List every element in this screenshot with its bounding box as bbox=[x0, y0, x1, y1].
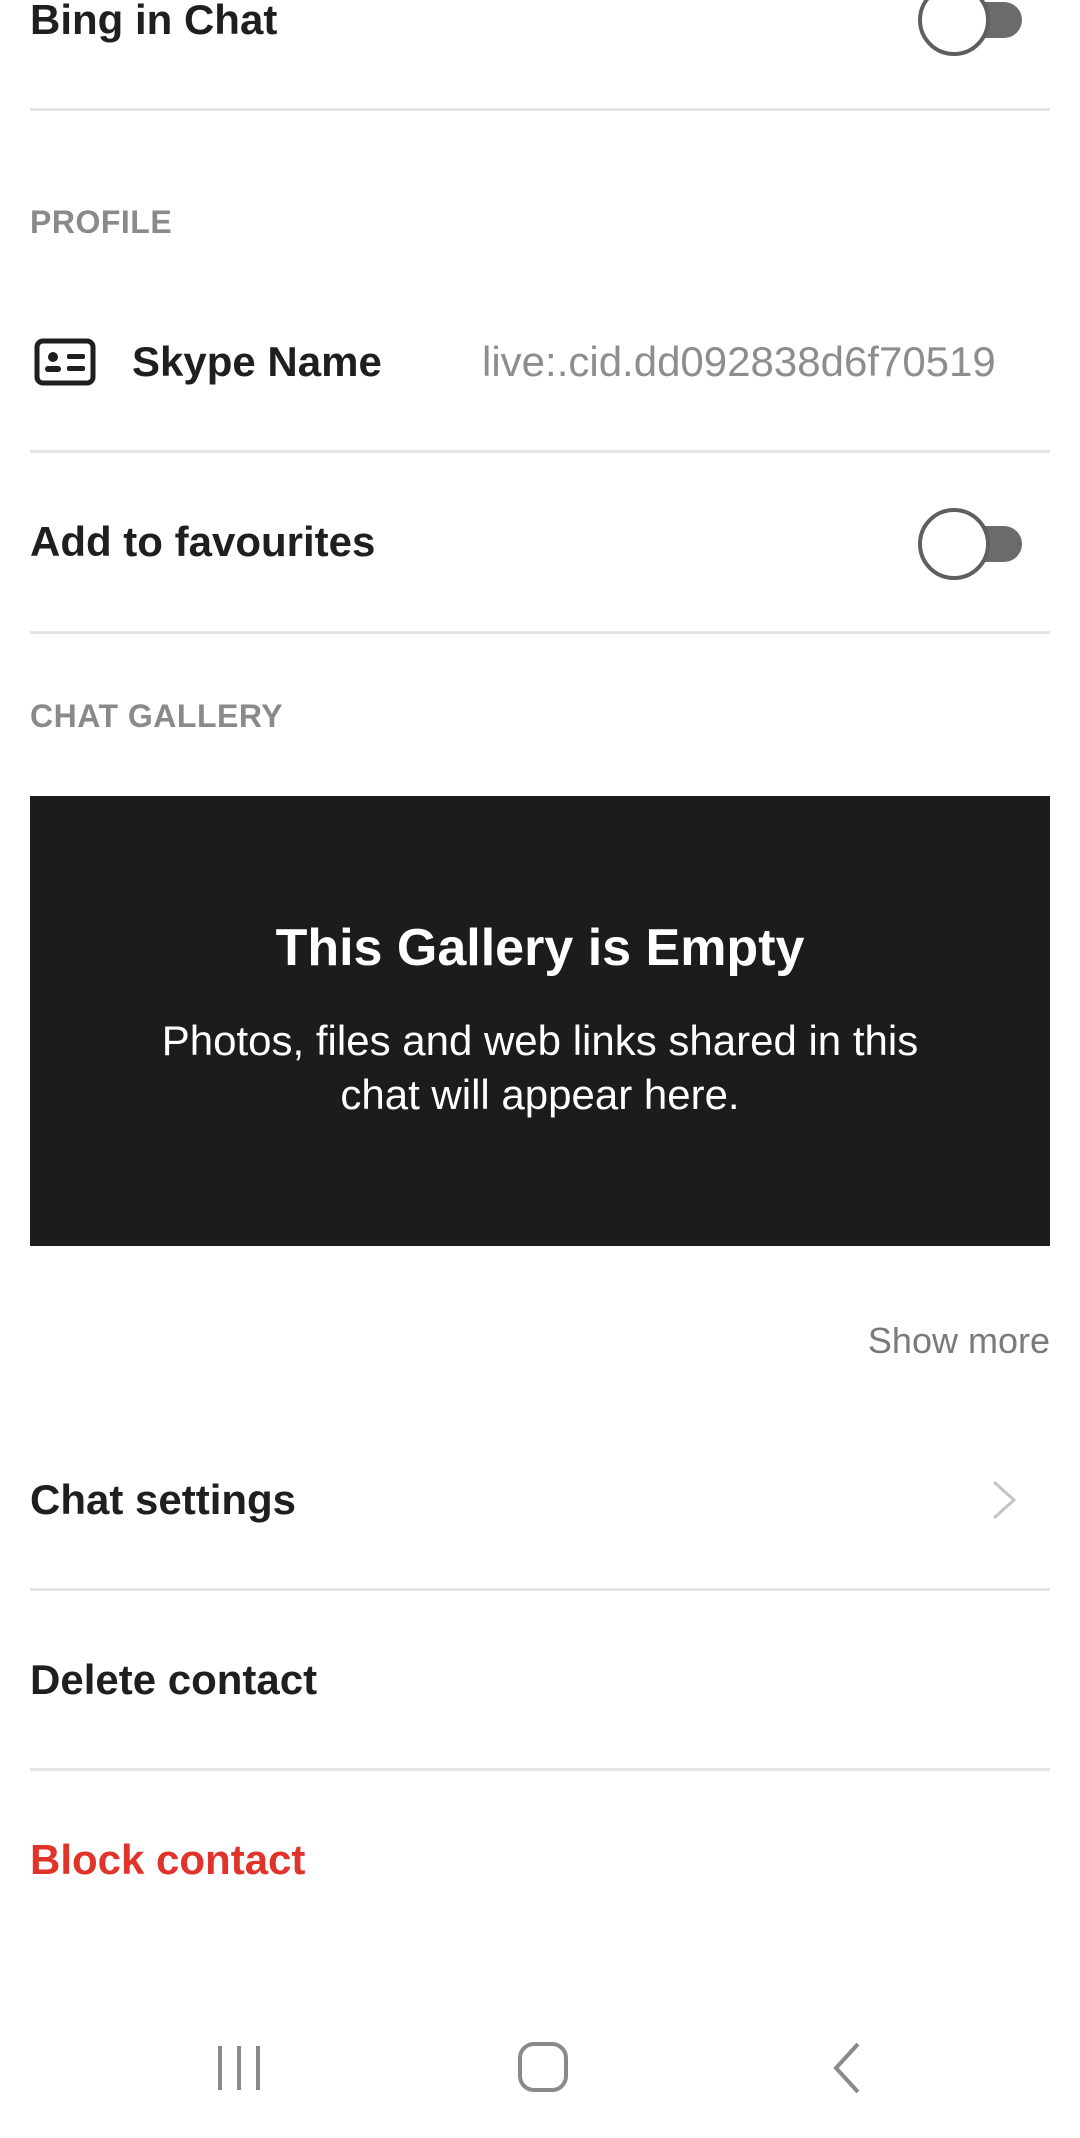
block-contact-button[interactable]: Block contact bbox=[30, 1836, 305, 1884]
divider bbox=[30, 631, 1050, 634]
skype-name-value[interactable]: live:.cid.dd092838d6f70519 bbox=[482, 338, 996, 386]
chat-settings-button[interactable]: Chat settings bbox=[30, 1476, 296, 1524]
chat-gallery-panel: This Gallery is Empty Photos, files and … bbox=[30, 796, 1050, 1246]
delete-contact-button[interactable]: Delete contact bbox=[30, 1656, 317, 1704]
divider bbox=[30, 1768, 1050, 1771]
divider bbox=[30, 1588, 1050, 1591]
profile-section-header: PROFILE bbox=[30, 204, 173, 240]
chat-gallery-section-header: CHAT GALLERY bbox=[30, 698, 284, 734]
gallery-empty-text: Photos, files and web links shared in th… bbox=[161, 1017, 919, 1118]
divider bbox=[30, 450, 1050, 453]
show-more-link[interactable]: Show more bbox=[868, 1320, 1050, 1362]
add-to-favourites-label: Add to favourites bbox=[30, 518, 376, 565]
back-icon[interactable] bbox=[812, 2038, 882, 2098]
bing-in-chat-toggle[interactable] bbox=[918, 0, 1034, 56]
chevron-right-icon bbox=[992, 1480, 1017, 1520]
gallery-empty-title: This Gallery is Empty bbox=[275, 919, 805, 977]
skype-name-label: Skype Name bbox=[132, 338, 382, 385]
toggle-knob bbox=[918, 0, 990, 56]
recent-apps-icon[interactable] bbox=[204, 2038, 274, 2098]
add-to-favourites-toggle[interactable] bbox=[918, 508, 1034, 580]
home-icon[interactable] bbox=[508, 2038, 578, 2098]
bing-in-chat-label: Bing in Chat bbox=[30, 0, 278, 43]
toggle-knob bbox=[918, 508, 990, 580]
divider bbox=[30, 108, 1050, 111]
contact-card-icon bbox=[34, 338, 96, 386]
